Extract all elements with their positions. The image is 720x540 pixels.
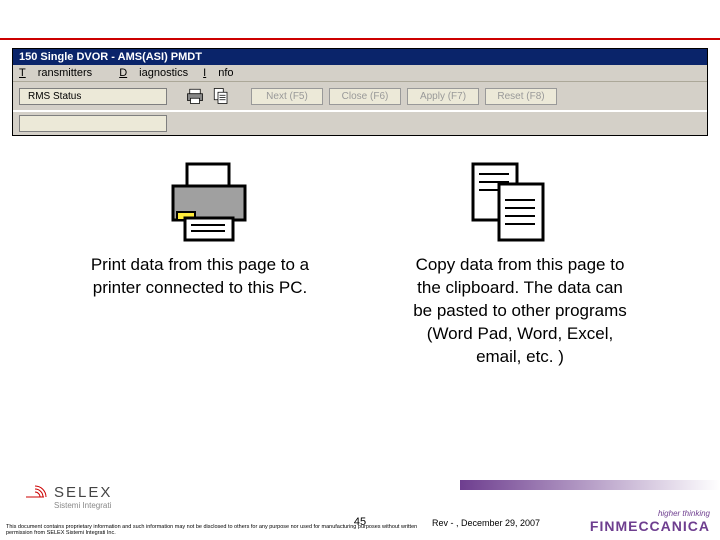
page-number: 45 <box>354 516 366 528</box>
toolbar: RMS Status Next (F5) Close (F6) Apply (F… <box>13 82 707 111</box>
printer-large-icon <box>165 160 255 242</box>
copy-caption: Copy data from this page to the clipboar… <box>410 254 630 369</box>
app-window: 150 Single DVOR - AMS(ASI) PMDT Transmit… <box>12 48 708 136</box>
apply-button[interactable]: Apply (F7) <box>407 88 479 105</box>
print-icon[interactable] <box>185 86 205 106</box>
print-caption: Print data from this page to a printer c… <box>90 254 310 369</box>
menu-bar: Transmitters Diagnostics Info <box>13 65 707 82</box>
tab-rms-status[interactable]: RMS Status <box>19 88 167 105</box>
brand-bar <box>460 480 720 490</box>
selex-name: SELEX <box>54 484 112 501</box>
selex-logo: SELEX Sistemi Integrati <box>22 484 112 510</box>
next-button[interactable]: Next (F5) <box>251 88 323 105</box>
menu-transmitters[interactable]: Transmitters <box>19 67 104 79</box>
close-button[interactable]: Close (F6) <box>329 88 401 105</box>
menu-info[interactable]: Info <box>203 67 233 79</box>
window-title: 150 Single DVOR - AMS(ASI) PMDT <box>13 49 707 65</box>
finm-tagline: higher thinking <box>590 509 710 518</box>
finm-name: FINMECCANICA <box>590 518 710 534</box>
revision: Rev - , December 29, 2007 <box>432 518 540 528</box>
copy-icon[interactable] <box>211 86 231 106</box>
selex-sub: Sistemi Integrati <box>54 501 112 510</box>
tab-secondary <box>19 115 167 132</box>
menu-diagnostics[interactable]: Diagnostics <box>119 67 188 79</box>
reset-button[interactable]: Reset (F8) <box>485 88 557 105</box>
finmeccanica-logo: higher thinking FINMECCANICA <box>590 509 710 534</box>
copy-large-icon <box>465 160 555 242</box>
